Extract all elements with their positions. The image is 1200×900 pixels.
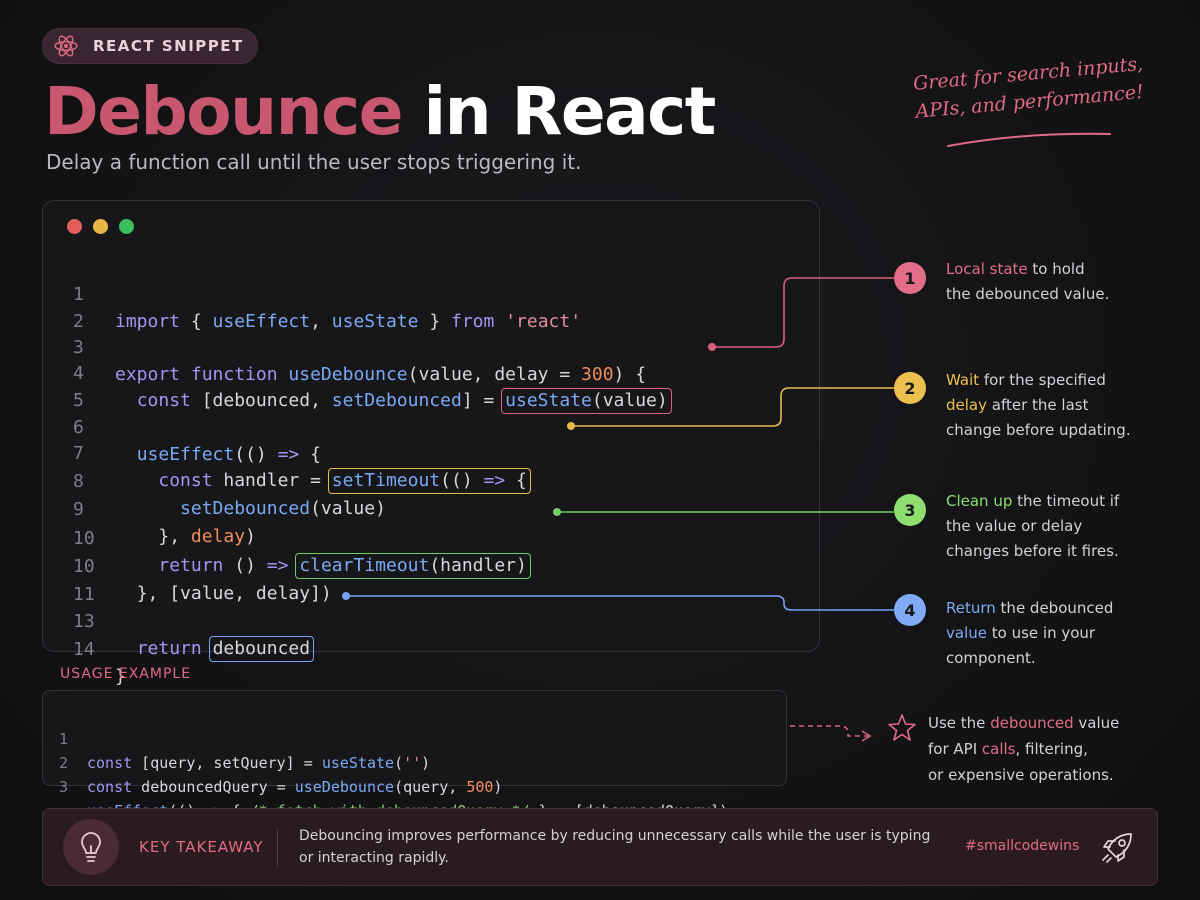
key-takeaway-panel: KEY TAKEAWAY Debouncing improves perform… [42,808,1158,886]
divider [277,829,278,867]
step-4-text: Return the debounced value to use in you… [946,599,1114,667]
line-number: 3 [59,778,69,796]
usage-code-line: 1 const [query, setQuery] = useState('') [43,703,430,772]
star-icon [888,714,916,741]
usage-code-line: 2 const debouncedQuery = useDebounce(que… [43,727,502,796]
hashtag: #smallcodewins [965,838,1080,854]
step-1-badge: 1 [894,262,926,294]
step-2-badge: 2 [894,372,926,404]
usage-code-window: 1 const [query, setQuery] = useState('')… [42,690,787,820]
lightbulb-icon [63,819,119,875]
step-1-text: Local state to hold the debounced value. [946,260,1110,303]
step-2-text: Wait for the specified delay after the l… [946,371,1131,439]
takeaway-text: Debouncing improves performance by reduc… [299,828,931,866]
usage-tip: Use the debounced value for API calls, f… [928,714,1120,784]
step-3-badge: 3 [894,494,926,526]
step-3-text: Clean up the timeout if the value or del… [946,492,1120,560]
usage-example-label: USAGE EXAMPLE [60,666,192,682]
step-4-badge: 4 [894,594,926,626]
takeaway-label: KEY TAKEAWAY [139,838,264,856]
usage-code-line: 3 useEffect(() => { /* fetch with deboun… [43,751,728,820]
rocket-icon [1102,833,1132,863]
